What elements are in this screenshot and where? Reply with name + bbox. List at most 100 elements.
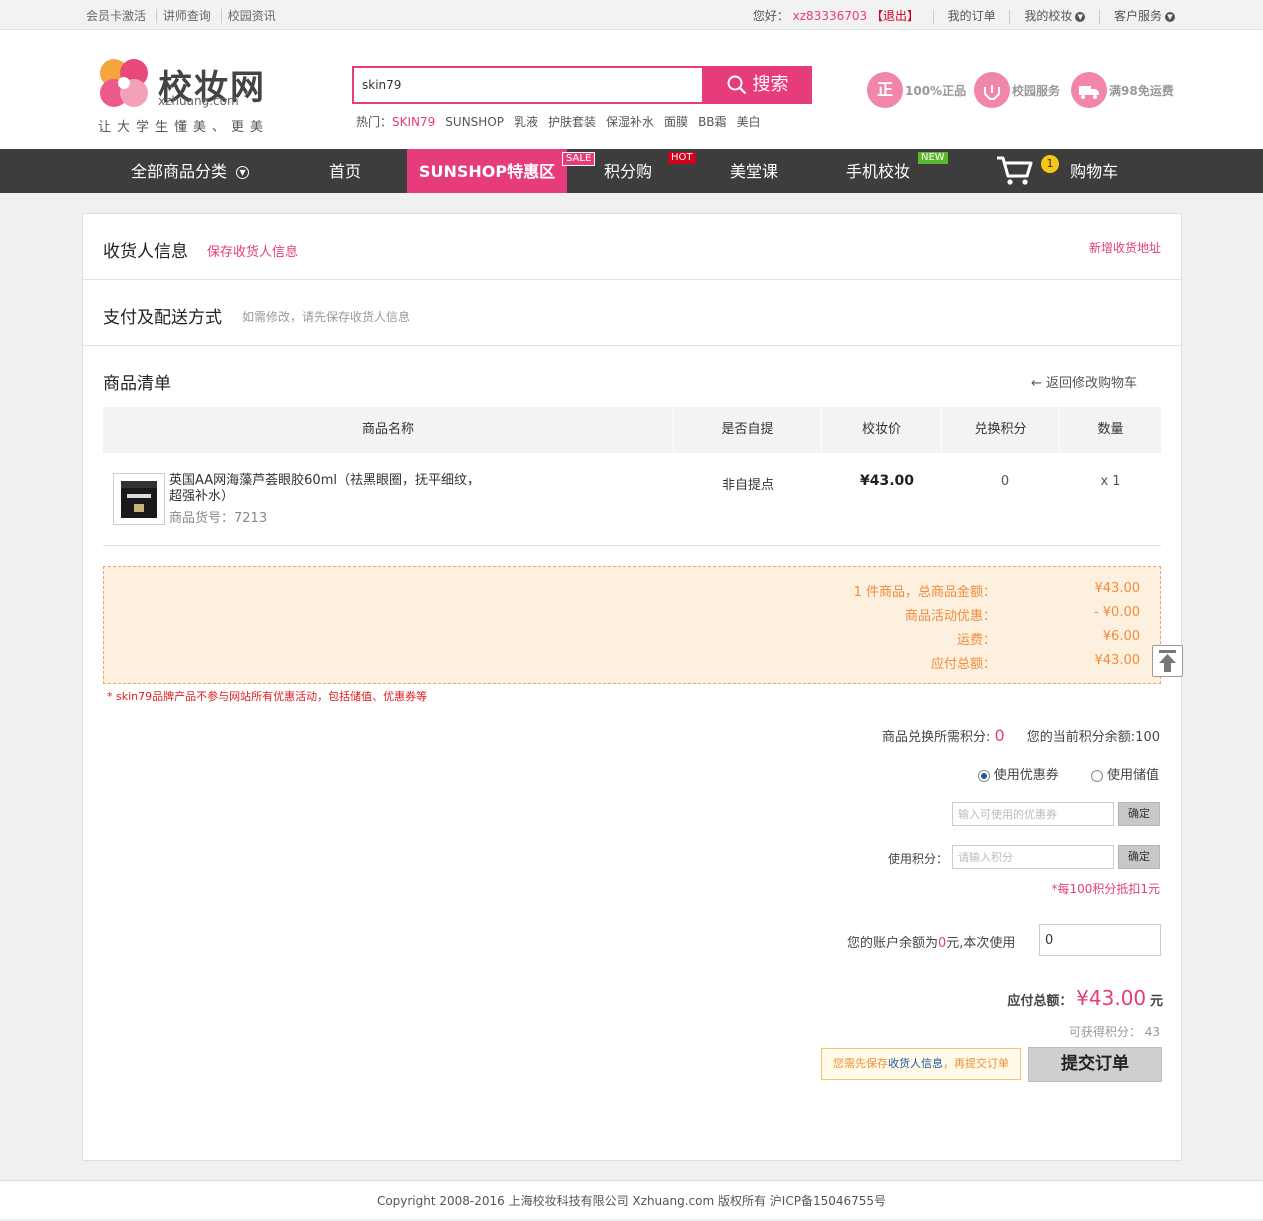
coupon-input[interactable] [953,803,1113,825]
nav-all-categories[interactable]: 全部商品分类 ▼ [110,149,270,193]
checkout-panel: 收货人信息 保存收货人信息 新增收货地址 支付及配送方式 如需修改，请先保存收货… [82,213,1182,1161]
nav-home[interactable]: 首页 [305,149,385,193]
radio-unselected[interactable] [1090,769,1103,782]
badge-label: 满98免运费 [1109,83,1174,98]
product-thumbnail[interactable] [113,473,165,525]
hot-keyword[interactable]: 面膜 [664,115,688,129]
hot-keyword[interactable]: 美白 [737,115,761,129]
column-header: 校妆价 [822,407,942,453]
goods-title: 商品清单 [103,374,171,394]
hot-keyword[interactable]: 护肤套装 [548,115,596,129]
use-stored-option[interactable]: 使用储值 [1090,768,1159,783]
add-address-link[interactable]: 新增收货地址 [1089,239,1161,256]
balance-input[interactable] [1040,925,1160,955]
back-to-cart-link[interactable]: ← 返回修改购物车 [1031,372,1137,391]
hot-keyword[interactable]: SKIN79 [392,115,435,129]
notice-link-text: 收货人信息 [888,1057,943,1070]
logo-clover-icon[interactable] [95,54,153,112]
points-balance: 您的当前积分余额:100 [1026,730,1160,745]
payment-title: 支付及配送方式 [103,308,222,328]
points-field[interactable] [952,845,1114,869]
badge-free-shipping: 满98免运费 [1071,72,1174,108]
summary-value: - ¥0.00 [1093,605,1140,620]
my-orders-link[interactable]: 我的订单 [948,9,996,23]
badge-label: 校园服务 [1012,83,1061,98]
nav-label: 手机校妆 [845,162,910,181]
product-points: 0 [1000,474,1010,489]
nav-sunshop[interactable]: SUNSHOP特惠区 SALE [407,149,596,193]
user-menu: 您好： xz83336703 【退出】 我的订单 我的校妆 ▼ 客户服务 ▼ [753,7,1175,24]
radio-selected[interactable] [977,769,990,782]
search-input[interactable] [354,68,702,102]
my-xzhuang-label: 我的校妆 [1024,9,1073,23]
option-label: 使用储值 [1106,768,1159,783]
product-qty: x 1 [1100,474,1121,489]
total-label: 应付总额： [1007,994,1073,1009]
nav-class[interactable]: 美堂课 [714,149,794,193]
summary-key: 商品活动优惠： [904,609,996,624]
receiver-title: 收货人信息 [103,242,188,262]
option-label: 使用优惠券 [993,768,1059,783]
points-need-value: 0 [994,726,1005,745]
chevron-down-icon: ▼ [1075,11,1086,22]
divider [83,279,1181,280]
nav-cart[interactable]: 1 购物车 [995,149,1130,193]
logo-slogan: 让大学生懂美、更美 [98,120,270,135]
site-footer: Copyright 2008-2016 上海校妆科技有限公司 Xzhuang.c… [0,1180,1263,1219]
chevron-down-icon: ▼ [236,166,250,179]
coupon-confirm-button[interactable]: 确定 [1118,802,1160,826]
summary-key: 运费： [956,633,996,648]
hands-icon [974,72,1010,108]
nav-points[interactable]: 积分购 HOT [588,149,696,193]
nav-label: 积分购 [603,162,652,181]
service-menu[interactable]: 客户服务 ▼ [1114,9,1175,23]
hot-keyword[interactable]: SUNSHOP [445,115,504,129]
summary-row: 商品活动优惠： - ¥0.00 [740,605,1140,629]
points-input[interactable] [953,846,1113,868]
summary-value: ¥43.00 [1094,581,1141,596]
logo-domain: xzhuang.com [158,94,239,108]
hot-keyword[interactable]: 乳液 [514,115,538,129]
service-label: 客户服务 [1113,9,1162,23]
summary-row: 应付总额： ¥43.00 [740,653,1140,677]
column-header: 是否自提 [674,407,822,453]
nav-mobile[interactable]: 手机校妆 NEW [838,149,948,193]
earn-points: 可获得积分： 43 [1068,1025,1160,1039]
save-receiver-notice: 您需先保存收货人信息，再提交订单 [821,1048,1021,1080]
hot-keywords: 热门：SKIN79 SUNSHOP 乳液 护肤套装 保湿补水 面膜 BB霜 美白 [356,113,771,130]
hot-keyword[interactable]: BB霜 [698,115,726,129]
back-to-top-button[interactable] [1152,645,1183,677]
campus-news-link[interactable]: 校园资讯 [220,9,282,23]
cart-count-badge: 1 [1041,155,1059,173]
lecturer-query-link[interactable]: 讲师查询 [155,9,217,23]
save-receiver-link[interactable]: 保存收货人信息 [207,241,298,260]
divider [932,9,934,24]
balance-text: 元,本次使用 [946,936,1016,951]
arrow-up-icon [1159,650,1176,672]
points-label: 使用积分： [888,852,949,866]
my-xzhuang-menu[interactable]: 我的校妆 ▼ [1024,9,1086,23]
username-link[interactable]: xz83336703 [793,9,867,23]
points-confirm-button[interactable]: 确定 [1118,845,1160,869]
new-tag: NEW [918,152,948,164]
submit-order-button[interactable]: 提交订单 [1028,1047,1162,1082]
cart-icon [997,156,1033,185]
main-nav: 全部商品分类 ▼ 首页 SUNSHOP特惠区 SALE 积分购 HOT 美堂课 … [0,149,1263,193]
total-unit: 元 [1149,994,1163,1009]
product-price: ¥43.00 [859,473,915,489]
product-name[interactable]: 英国AA网海藻芦荟眼胶60ml（祛黑眼圈，抚平细纹， 超强补水） [169,473,480,505]
summary-row: 运费： ¥6.00 [740,629,1140,653]
product-name-line: 超强补水） [169,489,235,504]
coupon-field[interactable] [952,802,1114,826]
logout-link[interactable]: 【退出】 [871,9,919,23]
use-coupon-option[interactable]: 使用优惠券 [977,768,1059,783]
search-button[interactable]: 搜索 [703,66,812,104]
balance-field[interactable] [1039,924,1161,956]
summary-key: 1 件商品，总商品金额： [853,585,996,600]
member-card-link[interactable]: 会员卡激活 [86,9,152,23]
hot-label: 热门： [356,115,393,129]
column-header: 兑换积分 [942,407,1060,453]
pickup-status: 非自提点 [721,478,774,493]
search-field[interactable] [352,66,704,104]
hot-keyword[interactable]: 保湿补水 [606,115,654,129]
